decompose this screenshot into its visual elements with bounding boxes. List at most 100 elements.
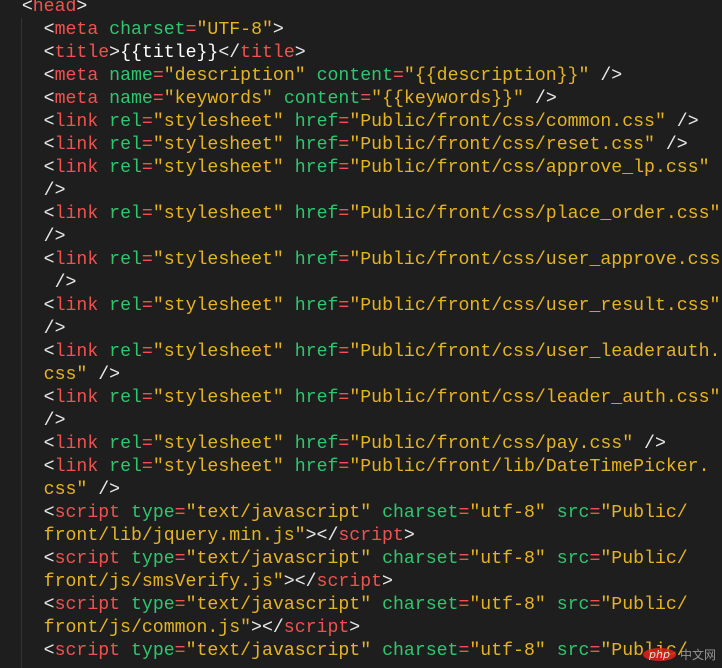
- code-punctuation: [98, 112, 109, 132]
- code-punctuation: <: [0, 549, 55, 569]
- code-line[interactable]: front/js/common.js"></script>: [0, 617, 722, 640]
- code-punctuation: />: [0, 411, 66, 431]
- code-punctuation: >: [76, 0, 88, 17]
- code-operator: =: [338, 434, 350, 454]
- code-line[interactable]: <link rel="stylesheet" href="Public/fron…: [0, 341, 722, 364]
- code-editor[interactable]: <head> <meta charset="UTF-8"> <title>{{t…: [0, 0, 722, 663]
- code-line[interactable]: <link rel="stylesheet" href="Public/fron…: [0, 387, 722, 410]
- code-tag-name: script: [283, 618, 350, 638]
- code-string: "text/javascript": [185, 549, 372, 569]
- code-punctuation: <: [0, 89, 55, 109]
- code-operator: =: [589, 549, 601, 569]
- code-punctuation: [120, 595, 131, 615]
- code-punctuation: />: [87, 365, 121, 385]
- code-attribute: charset: [382, 641, 459, 661]
- code-punctuation: <: [0, 112, 55, 132]
- code-tag-name: script: [338, 526, 404, 546]
- code-tag-name: link: [54, 296, 99, 316]
- code-string: "stylesheet": [152, 388, 284, 408]
- code-line[interactable]: <meta name="keywords" content="{{keyword…: [0, 88, 722, 111]
- code-line[interactable]: <link rel="stylesheet" href="Public/fron…: [0, 456, 722, 479]
- code-punctuation: [284, 296, 295, 316]
- code-line[interactable]: <head>: [0, 0, 722, 19]
- code-attribute: rel: [109, 135, 142, 155]
- code-line[interactable]: <script type="text/javascript" charset="…: [0, 640, 722, 663]
- code-string: front/js/smsVerify.js": [0, 572, 284, 592]
- code-punctuation: <: [0, 434, 55, 454]
- code-punctuation: >: [349, 618, 361, 638]
- code-punctuation: <: [0, 595, 55, 615]
- code-line[interactable]: <meta name="description" content="{{desc…: [0, 65, 722, 88]
- code-tag-name: head: [32, 0, 77, 17]
- code-punctuation: [120, 503, 131, 523]
- code-line[interactable]: css" />: [0, 364, 722, 387]
- code-punctuation: [98, 296, 109, 316]
- code-line[interactable]: <link rel="stylesheet" href="Public/fron…: [0, 157, 722, 180]
- code-tag-name: link: [54, 204, 99, 224]
- code-attribute: type: [131, 549, 175, 569]
- code-line[interactable]: <script type="text/javascript" charset="…: [0, 548, 722, 571]
- code-punctuation: <: [0, 135, 55, 155]
- code-punctuation: [284, 204, 295, 224]
- code-string: "stylesheet": [152, 434, 284, 454]
- code-line[interactable]: <meta charset="UTF-8">: [0, 19, 722, 42]
- code-line[interactable]: />: [0, 226, 722, 249]
- code-attribute: href: [294, 457, 339, 477]
- code-line[interactable]: />: [0, 180, 722, 203]
- code-operator: =: [174, 595, 186, 615]
- code-tag-name: title: [54, 43, 110, 63]
- code-operator: =: [185, 20, 197, 40]
- code-punctuation: [98, 250, 109, 270]
- code-punctuation: ></: [305, 526, 339, 546]
- code-line[interactable]: <link rel="stylesheet" href="Public/fron…: [0, 134, 722, 157]
- code-line[interactable]: />: [0, 318, 722, 341]
- code-operator: =: [141, 204, 153, 224]
- code-attribute: rel: [109, 250, 142, 270]
- code-attribute: type: [131, 503, 175, 523]
- code-punctuation: [546, 641, 557, 661]
- code-line[interactable]: <link rel="stylesheet" href="Public/fron…: [0, 203, 722, 226]
- code-attribute: href: [294, 204, 339, 224]
- code-line[interactable]: <link rel="stylesheet" href="Public/fron…: [0, 249, 722, 272]
- code-string: "UTF-8": [196, 20, 273, 40]
- code-tag-name: script: [54, 549, 121, 569]
- code-line[interactable]: <link rel="stylesheet" href="Public/fron…: [0, 295, 722, 318]
- code-string: "Public/front/css/common.css": [349, 112, 666, 132]
- code-line[interactable]: css" />: [0, 479, 722, 502]
- code-attribute: rel: [109, 204, 142, 224]
- code-line[interactable]: />: [0, 410, 722, 433]
- code-line[interactable]: <title>{{title}}</title>: [0, 42, 722, 65]
- code-punctuation: [371, 503, 382, 523]
- code-attribute: charset: [382, 549, 459, 569]
- code-tag-name: meta: [54, 66, 99, 86]
- code-punctuation: [284, 158, 295, 178]
- code-line[interactable]: front/js/smsVerify.js"></script>: [0, 571, 722, 594]
- code-attribute: href: [294, 296, 339, 316]
- code-operator: =: [141, 112, 153, 132]
- code-attribute: href: [294, 342, 339, 362]
- code-line[interactable]: <script type="text/javascript" charset="…: [0, 502, 722, 525]
- code-punctuation: [284, 135, 295, 155]
- code-tag-name: link: [54, 158, 99, 178]
- code-attribute: rel: [109, 158, 142, 178]
- code-tag-name: link: [54, 434, 99, 454]
- code-attribute: href: [294, 135, 339, 155]
- code-punctuation: [98, 434, 109, 454]
- code-operator: =: [152, 66, 164, 86]
- code-punctuation: />: [665, 112, 699, 132]
- code-string: "Public/front/css/reset.css": [349, 135, 655, 155]
- code-string: "stylesheet": [152, 204, 284, 224]
- code-line[interactable]: />: [0, 272, 722, 295]
- code-line[interactable]: <link rel="stylesheet" href="Public/fron…: [0, 433, 722, 456]
- code-punctuation: [98, 135, 109, 155]
- code-punctuation: [371, 549, 382, 569]
- code-punctuation: <: [0, 66, 55, 86]
- code-punctuation: />: [589, 66, 623, 86]
- code-line[interactable]: <script type="text/javascript" charset="…: [0, 594, 722, 617]
- code-string: "stylesheet": [152, 250, 284, 270]
- code-punctuation: <: [0, 457, 55, 477]
- code-punctuation: [371, 641, 382, 661]
- code-punctuation: <: [0, 204, 55, 224]
- code-line[interactable]: front/lib/jquery.min.js"></script>: [0, 525, 722, 548]
- code-line[interactable]: <link rel="stylesheet" href="Public/fron…: [0, 111, 722, 134]
